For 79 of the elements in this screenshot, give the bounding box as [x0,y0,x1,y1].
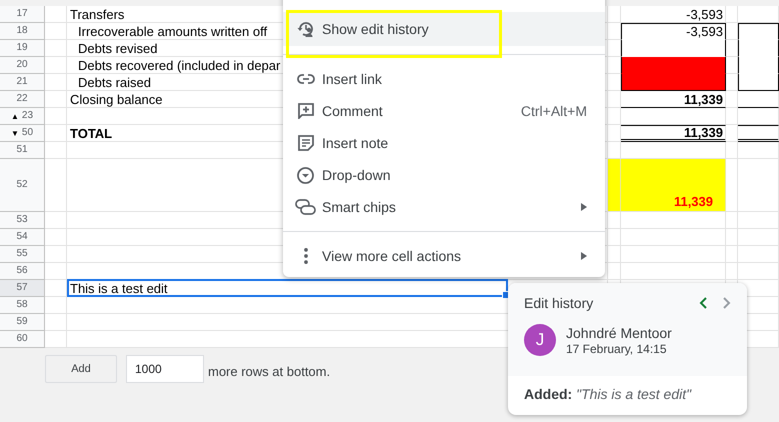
row-number: 56 [16,266,28,276]
row-number: 23 [22,111,34,121]
cell-text: Transfers [69,6,124,22]
row-header[interactable]: 17 [0,6,45,23]
menu-item[interactable]: Show edit history [283,12,605,46]
row-number: 17 [16,9,28,19]
row-number: 54 [16,232,28,242]
row-header[interactable]: 60 [0,331,45,348]
selected-cell-outline[interactable] [67,279,508,297]
cell-text: Debts revised [77,40,158,56]
row-number: 52 [16,180,28,190]
row-header[interactable]: 56 [0,263,45,280]
menu-item[interactable]: Insert note [283,127,605,159]
more-vertical-icon [304,248,308,264]
note-icon [298,135,314,151]
rows-label: more rows at bottom. [208,362,330,378]
row-number: 51 [16,145,28,155]
submenu-arrow-icon [581,252,587,260]
avatar: J [524,324,556,356]
cell-value: 11,339 [684,125,723,140]
row-header[interactable]: 58 [0,297,45,314]
row-number: 59 [16,317,28,327]
menu-item[interactable]: View more cell actions [283,240,605,272]
row-header[interactable]: ▼ 50 [0,125,45,142]
row-number: 53 [16,215,28,225]
cell-text: Debts recovered (included in depar [77,58,280,72]
previous-icon[interactable] [699,297,707,309]
author-name: Johndré Mentoor [566,324,672,340]
cell-text: This is a test edit [69,280,168,296]
chips-icon [295,199,316,215]
row-header[interactable]: 53 [0,212,45,229]
add-button[interactable]: Add [45,355,117,383]
history-person-icon [296,20,314,38]
menu-item[interactable]: Smart chips [283,191,605,223]
row-header[interactable]: 57 [0,280,45,297]
card-title: Edit history [524,295,594,311]
rows-input[interactable]: 1000 [126,355,204,383]
row-header[interactable]: 18 [0,23,45,40]
row-number: 50 [22,128,34,138]
change-text: Added: "This is a test edit" [523,385,692,404]
cell-value: -3,593 [686,6,723,22]
row-header[interactable]: 20 [0,57,45,74]
cell-value: -3,593 [686,24,723,39]
cell-text: Irrecoverable amounts written off [77,24,268,38]
row-header[interactable]: 55 [0,246,45,263]
submenu-arrow-icon [581,203,587,211]
cell-text: TOTAL [69,126,112,140]
row-header[interactable]: 21 [0,74,45,91]
row-number: 55 [16,249,28,259]
row-header[interactable]: 51 [0,142,45,159]
group-toggle[interactable]: ▼ [10,128,19,138]
menu-item[interactable]: Insert link [283,63,605,95]
row-header[interactable]: 59 [0,314,45,331]
row-number: 21 [16,77,28,87]
cell-text: Debts raised [77,74,151,90]
row-header[interactable]: 19 [0,40,45,57]
dropdown-circle-icon [297,166,314,184]
row-number: 60 [16,334,28,344]
row-number: 58 [16,300,28,310]
menu-item[interactable]: Drop-down [283,159,605,191]
cell-text: Closing balance [69,92,163,106]
edit-date: 17 February, 14:15 [566,342,668,356]
shortcut-text: Ctrl+Alt+M [520,103,587,119]
link-icon [296,74,314,84]
row-header[interactable]: ▲ 23 [0,108,45,125]
row-number: 20 [16,60,28,70]
row-number: 19 [16,43,28,53]
cell-value: 11,339 [684,92,723,106]
row-header[interactable]: 52 [0,159,45,212]
row-number: 22 [16,94,28,104]
next-icon[interactable] [723,297,731,309]
row-header[interactable]: 54 [0,229,45,246]
row-number: 57 [16,283,28,293]
comment-plus-icon [298,103,314,119]
cell-value: 11,339 [674,194,713,209]
row-header[interactable]: 22 [0,91,45,108]
row-number: 18 [16,26,28,36]
menu-item[interactable]: Comment Ctrl+Alt+M [283,95,605,127]
group-toggle[interactable]: ▲ [10,112,19,120]
